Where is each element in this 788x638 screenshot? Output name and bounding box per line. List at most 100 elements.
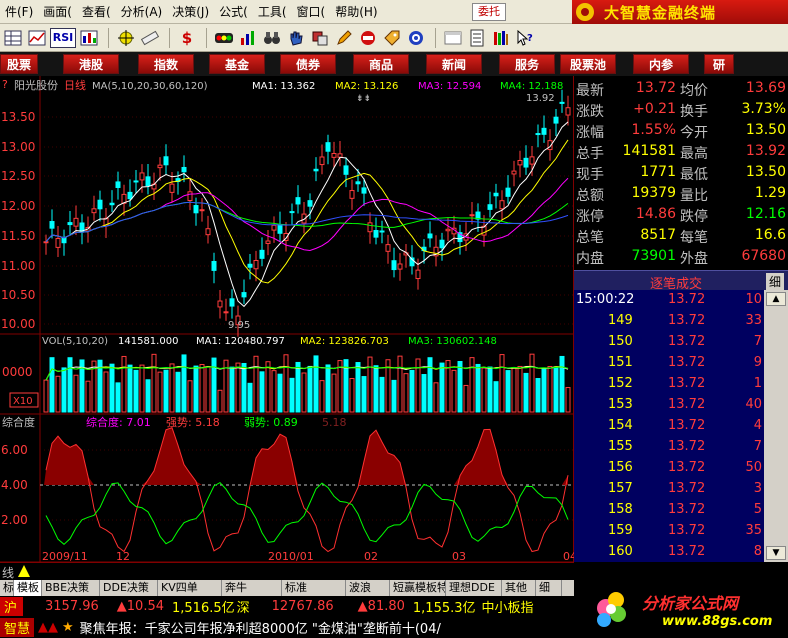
menu-decision[interactable]: 决策(J) bbox=[167, 0, 214, 24]
template-tab[interactable]: 奔牛 bbox=[222, 580, 282, 596]
candle-body bbox=[199, 209, 205, 212]
news-arrows-icon[interactable]: ▲▲ bbox=[38, 620, 58, 635]
bookshelf-icon[interactable] bbox=[490, 28, 512, 48]
tick-row[interactable]: 151 13.72 9 bbox=[574, 353, 764, 374]
template-tab[interactable]: 其他 bbox=[502, 580, 536, 596]
volume-bar bbox=[127, 364, 133, 413]
tick-row[interactable]: 15:00:22 13.72 10 bbox=[574, 290, 764, 311]
pen-icon[interactable] bbox=[333, 28, 355, 48]
tick-row[interactable]: 153 13.72 40 bbox=[574, 395, 764, 416]
tick-row[interactable]: 157 13.72 3 bbox=[574, 479, 764, 500]
menu-formula[interactable]: 公式( bbox=[214, 0, 253, 24]
high-price-label: 13.92 bbox=[526, 93, 555, 104]
candle-body bbox=[61, 237, 67, 244]
template-tab[interactable]: 标准 bbox=[282, 580, 346, 596]
grid-icon[interactable] bbox=[2, 28, 24, 48]
quote-row: 最新 13.72 均价 13.69 bbox=[574, 78, 788, 99]
menu-screen[interactable]: 画面( bbox=[38, 0, 77, 24]
scroll-up-icon[interactable]: ▲ bbox=[766, 292, 786, 306]
tick-row[interactable]: 159 13.72 35 bbox=[574, 521, 764, 542]
compare-icon[interactable] bbox=[78, 28, 100, 48]
template-tab[interactable]: 模板 bbox=[14, 580, 42, 596]
menu-analysis[interactable]: 分析(A) bbox=[116, 0, 168, 24]
tick-row[interactable]: 150 13.72 7 bbox=[574, 332, 764, 353]
cat-insider[interactable]: 内参 bbox=[633, 54, 689, 74]
trade-button[interactable]: 委托 bbox=[472, 3, 506, 21]
template-tab[interactable]: DDE决策 bbox=[100, 580, 158, 596]
event-marker-icon: ⇟⇟ bbox=[356, 94, 371, 104]
corner-label: 线 bbox=[2, 566, 15, 580]
candle-body bbox=[343, 165, 349, 175]
crosshair-icon[interactable] bbox=[115, 28, 137, 48]
cat-index[interactable]: 指数 bbox=[138, 54, 194, 74]
cat-funds[interactable]: 基金 bbox=[209, 54, 265, 74]
volume-bar bbox=[469, 357, 475, 413]
candle-body bbox=[391, 260, 397, 271]
target-icon[interactable] bbox=[405, 28, 427, 48]
cat-research[interactable]: 研 bbox=[704, 54, 734, 74]
menu-window[interactable]: 窗口( bbox=[292, 0, 331, 24]
template-tab[interactable]: KV四单 bbox=[158, 580, 222, 596]
cat-commodities[interactable]: 商品 bbox=[353, 54, 409, 74]
menu-help[interactable]: 帮助(H) bbox=[330, 0, 382, 24]
tick-detail-button[interactable]: 细 bbox=[766, 273, 785, 290]
template-tab[interactable]: 波浪 bbox=[346, 580, 390, 596]
vol-tick: 0000 bbox=[2, 365, 33, 379]
binoculars-icon[interactable] bbox=[261, 28, 283, 48]
quote-value: 13.50 bbox=[745, 122, 786, 138]
template-tab[interactable]: 细 bbox=[536, 580, 562, 596]
help-cursor-icon[interactable]: ? bbox=[514, 28, 536, 48]
tick-list[interactable]: 15:00:22 13.72 10 149 13.72 33 150 13.72 7 151 13.… bbox=[574, 290, 764, 562]
vol-ma2: MA2: 123826.703 bbox=[300, 336, 389, 347]
tick-list-scrollbar[interactable]: ▲ ▼ bbox=[764, 290, 788, 562]
template-tab[interactable]: 标 bbox=[0, 580, 14, 596]
menu-view[interactable]: 查看( bbox=[77, 0, 116, 24]
candle-body bbox=[109, 202, 115, 206]
promo-banner[interactable]: 分析家公式网 www.88gs.com bbox=[582, 580, 788, 638]
chart-icon[interactable] bbox=[26, 28, 48, 48]
cat-bonds[interactable]: 债券 bbox=[280, 54, 336, 74]
doc-icon[interactable] bbox=[466, 28, 488, 48]
menu-tools[interactable]: 工具( bbox=[253, 0, 292, 24]
hand-icon[interactable] bbox=[285, 28, 307, 48]
corner-triangle-icon[interactable] bbox=[18, 565, 30, 577]
volume-bar bbox=[481, 367, 487, 413]
news-ticker[interactable]: 智慧 ▲▲ ★ 聚焦年报：千家公司年报净利超8000亿 "金煤油"垄断前十(04… bbox=[0, 616, 582, 638]
template-tab[interactable]: BBE决策 bbox=[42, 580, 100, 596]
quote-row: 总额 19379 量比 1.29 bbox=[574, 183, 788, 204]
template-tab[interactable]: 理想DDE bbox=[446, 580, 502, 596]
tick-row[interactable]: 155 13.72 7 bbox=[574, 437, 764, 458]
stop-icon[interactable] bbox=[357, 28, 379, 48]
template-tab[interactable]: 短赢模板特价 bbox=[390, 580, 446, 596]
news-text[interactable]: 聚焦年报：千家公司年报净利超8000亿 "金煤油"垄断前十(04/ bbox=[80, 618, 441, 637]
cat-hk-stocks[interactable]: 港股 bbox=[63, 54, 119, 74]
candle-body bbox=[511, 170, 517, 175]
tick-price: 13.72 bbox=[668, 418, 706, 433]
volume-bar bbox=[499, 354, 505, 413]
dice-icon[interactable] bbox=[309, 28, 331, 48]
promo-url[interactable]: www.88gs.com bbox=[662, 614, 772, 629]
tick-row[interactable]: 158 13.72 5 bbox=[574, 500, 764, 521]
tick-row[interactable]: 152 13.72 1 bbox=[574, 374, 764, 395]
quote-label: 涨停 bbox=[576, 209, 604, 225]
cat-news[interactable]: 新闻 bbox=[426, 54, 482, 74]
menu-file[interactable]: 件(F) bbox=[0, 0, 38, 24]
kline-chart[interactable]: ? 阳光股份 日线 MA(5,10,20,30,60,120) MA1: 13.… bbox=[0, 76, 577, 563]
tick-row[interactable]: 160 13.72 8 bbox=[574, 542, 764, 563]
tag-icon[interactable] bbox=[381, 28, 403, 48]
cat-stocks[interactable]: 股票 bbox=[0, 54, 38, 74]
ruler-icon[interactable] bbox=[139, 28, 161, 48]
traffic-icon[interactable] bbox=[213, 28, 235, 48]
bars-icon[interactable] bbox=[237, 28, 259, 48]
tick-row[interactable]: 154 13.72 4 bbox=[574, 416, 764, 437]
cat-stock-pool[interactable]: 股票池 bbox=[560, 54, 616, 74]
tick-row[interactable]: 156 13.72 50 bbox=[574, 458, 764, 479]
cat-service[interactable]: 服务 bbox=[499, 54, 555, 74]
rsi-icon[interactable]: RSI bbox=[50, 27, 76, 48]
dollar-icon[interactable]: $ bbox=[176, 28, 198, 48]
tick-row[interactable]: 149 13.72 33 bbox=[574, 311, 764, 332]
kline-chart-area[interactable]: ? 阳光股份 日线 MA(5,10,20,30,60,120) MA1: 13.… bbox=[0, 76, 577, 563]
window-icon[interactable] bbox=[442, 28, 464, 48]
scroll-down-icon[interactable]: ▼ bbox=[766, 546, 786, 560]
osc-tick: 2.00 bbox=[1, 513, 28, 527]
